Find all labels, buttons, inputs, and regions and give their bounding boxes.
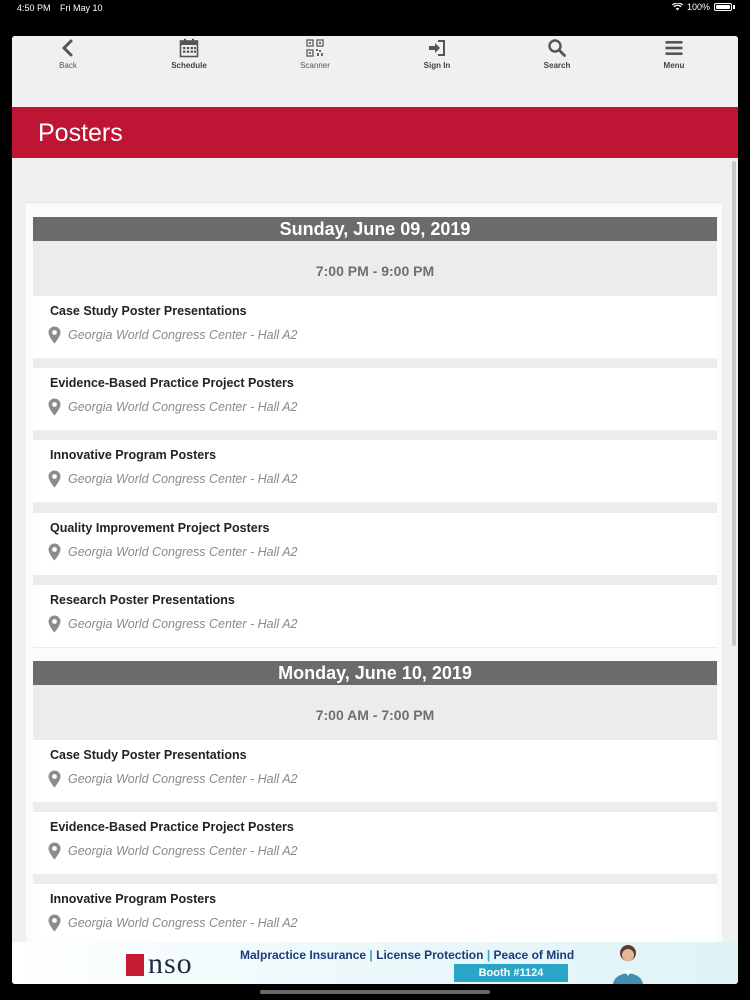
session-location: Georgia World Congress Center - Hall A2	[68, 328, 298, 342]
nav-back[interactable]: Back	[28, 36, 108, 70]
session-card[interactable]: Evidence-Based Practice Project Posters …	[33, 812, 717, 874]
session-location: Georgia World Congress Center - Hall A2	[68, 545, 298, 559]
status-right: 100%	[671, 2, 735, 12]
day-header: Sunday, June 09, 2019	[33, 217, 717, 241]
session-title: Research Poster Presentations	[50, 593, 235, 607]
map-pin-icon	[48, 398, 61, 416]
nav-search[interactable]: Search	[517, 36, 597, 70]
scrollbar[interactable]	[732, 161, 736, 646]
session-title: Innovative Program Posters	[50, 448, 217, 462]
nav-menu[interactable]: Menu	[634, 36, 714, 70]
nav-scanner[interactable]: Scanner	[275, 36, 355, 70]
nav-scanner-label: Scanner	[300, 61, 330, 70]
ad-tagline-2: License Protection	[376, 948, 484, 962]
app-screen: Back Schedule Scanner Sign In Search Men…	[12, 36, 738, 984]
calendar-icon	[179, 38, 199, 58]
sponsor-banner[interactable]: nso Malpractice Insurance | License Prot…	[12, 942, 738, 984]
time-range: 7:00 PM - 9:00 PM	[315, 263, 435, 279]
page-title: Posters	[38, 119, 123, 147]
nav-schedule[interactable]: Schedule	[149, 36, 229, 70]
map-pin-icon	[48, 470, 61, 488]
status-time: 4:50 PM	[17, 3, 51, 13]
nav-schedule-label: Schedule	[171, 61, 207, 70]
session-location: Georgia World Congress Center - Hall A2	[68, 772, 298, 786]
battery-icon	[714, 3, 732, 11]
session-card[interactable]: Evidence-Based Practice Project Posters …	[33, 368, 717, 430]
session-location: Georgia World Congress Center - Hall A2	[68, 844, 298, 858]
nav-sign-in-label: Sign In	[423, 61, 451, 70]
nav-sign-in[interactable]: Sign In	[397, 36, 477, 70]
status-date: Fri May 10	[60, 3, 103, 13]
map-pin-icon	[48, 842, 61, 860]
session-location: Georgia World Congress Center - Hall A2	[68, 617, 298, 631]
ad-separator: |	[369, 948, 373, 962]
nso-logo: nso	[148, 947, 193, 980]
session-card[interactable]: Case Study Poster Presentations Georgia …	[33, 296, 717, 358]
session-location: Georgia World Congress Center - Hall A2	[68, 916, 298, 930]
nav-menu-label: Menu	[663, 61, 685, 70]
session-title: Case Study Poster Presentations	[50, 304, 247, 318]
sign-in-icon	[429, 40, 445, 56]
ad-tagline-1: Malpractice Insurance	[240, 948, 367, 962]
map-pin-icon	[48, 326, 61, 344]
session-title: Evidence-Based Practice Project Posters	[50, 376, 294, 390]
qr-code-icon	[306, 39, 324, 57]
time-range: 7:00 AM - 7:00 PM	[315, 707, 435, 723]
page-header: Posters	[12, 107, 738, 158]
session-card[interactable]: Innovative Program Posters Georgia World…	[33, 440, 717, 502]
nav-search-label: Search	[543, 61, 571, 70]
session-card[interactable]: Research Poster Presentations Georgia Wo…	[33, 585, 717, 647]
session-title: Quality Improvement Project Posters	[50, 521, 270, 535]
top-nav: Back Schedule Scanner Sign In Search Men…	[12, 36, 738, 106]
day-header: Monday, June 10, 2019	[33, 661, 717, 685]
session-title: Innovative Program Posters	[50, 892, 217, 906]
home-indicator[interactable]	[260, 990, 490, 994]
status-bar: 4:50 PM Fri May 10 100%	[0, 0, 750, 22]
session-list: Sunday, June 09, 2019 7:00 PM - 9:00 PM …	[26, 202, 722, 983]
ad-tagline-3: Peace of Mind	[493, 948, 575, 962]
nso-logo-mark	[126, 954, 144, 976]
session-title: Evidence-Based Practice Project Posters	[50, 820, 294, 834]
session-location: Georgia World Congress Center - Hall A2	[68, 472, 298, 486]
session-title: Case Study Poster Presentations	[50, 748, 247, 762]
session-card[interactable]: Innovative Program Posters Georgia World…	[33, 884, 717, 946]
ad-separator: |	[486, 948, 491, 962]
session-card[interactable]: Case Study Poster Presentations Georgia …	[33, 740, 717, 802]
session-location: Georgia World Congress Center - Hall A2	[68, 400, 298, 414]
booth-badge: Booth #1124	[454, 964, 568, 982]
ad-tagline: Malpractice Insurance | License Protecti…	[240, 948, 574, 962]
session-card[interactable]: Quality Improvement Project Posters Geor…	[33, 513, 717, 575]
wifi-icon	[671, 3, 683, 11]
map-pin-icon	[48, 770, 61, 788]
battery-percent: 100%	[686, 2, 710, 12]
nav-back-label: Back	[59, 61, 77, 70]
chevron-left-icon	[62, 39, 73, 57]
map-pin-icon	[48, 914, 61, 932]
battery-nub	[733, 5, 735, 9]
nurse-photo-icon	[613, 945, 643, 984]
map-pin-icon	[48, 615, 61, 633]
hamburger-menu-icon	[665, 41, 683, 55]
map-pin-icon	[48, 543, 61, 561]
search-icon	[548, 39, 566, 57]
